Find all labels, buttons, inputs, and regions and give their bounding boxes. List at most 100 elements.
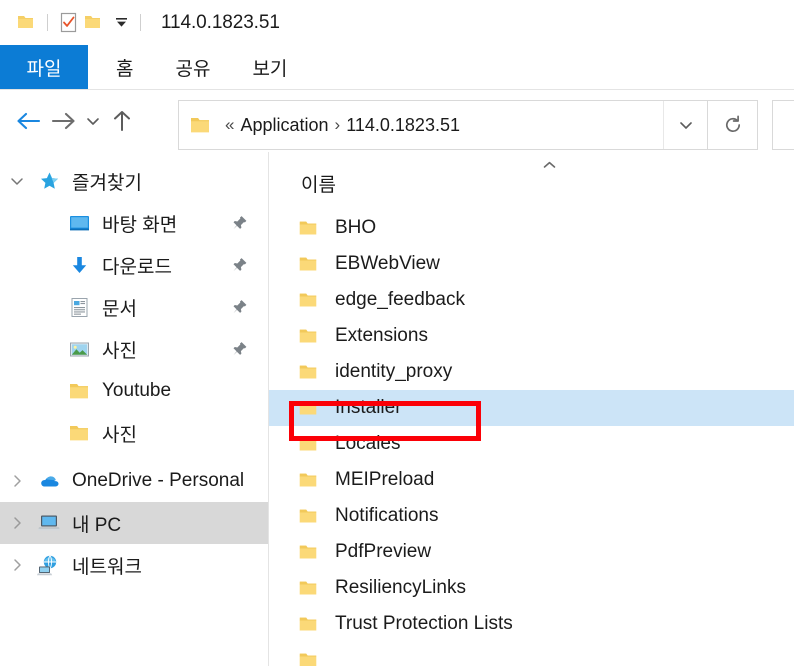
table-row[interactable]: EBWebView: [269, 246, 794, 282]
breadcrumb-overflow[interactable]: «: [225, 115, 234, 135]
column-header-row: 이름: [269, 152, 794, 210]
table-row[interactable]: ResiliencyLinks: [269, 570, 794, 606]
network-icon: [34, 554, 64, 576]
new-folder-icon[interactable]: [81, 12, 103, 34]
forward-button[interactable]: [46, 101, 80, 141]
breadcrumb-item-application[interactable]: Application: [240, 115, 328, 136]
table-row-partial[interactable]: [269, 642, 794, 666]
customize-caret-icon[interactable]: [111, 13, 131, 33]
table-row[interactable]: Trust Protection Lists: [269, 606, 794, 642]
file-name: PdfPreview: [335, 541, 432, 562]
file-name: ResiliencyLinks: [335, 577, 466, 598]
explorer-body: 즐겨찾기 바탕 화면 다운로드 문서 사진 Youtube 사진 OneDriv…: [0, 152, 794, 666]
pin-icon[interactable]: [231, 341, 248, 358]
folder-icon: [295, 614, 321, 634]
up-button[interactable]: [106, 101, 138, 141]
folder-icon: [295, 470, 321, 490]
table-row[interactable]: identity_proxy: [269, 354, 794, 390]
sidebar-item-label: 다운로드: [102, 256, 172, 278]
tab-share[interactable]: 공유: [161, 45, 224, 90]
sidebar-item-desktop[interactable]: 바탕 화면: [0, 202, 268, 244]
documents-icon: [64, 296, 94, 319]
refresh-button[interactable]: [708, 100, 758, 150]
sidebar-item-downloads[interactable]: 다운로드: [0, 244, 268, 286]
sort-ascending-icon: [537, 156, 561, 174]
sidebar-item-documents[interactable]: 문서: [0, 286, 268, 328]
address-dropdown-chevron-down-icon[interactable]: [663, 101, 707, 149]
sidebar-item-this-pc[interactable]: 내 PC: [0, 502, 268, 544]
table-row[interactable]: Extensions: [269, 318, 794, 354]
ribbon-tab-bar: 파일 홈 공유 보기: [0, 45, 794, 90]
folder-icon: [64, 422, 94, 444]
sidebar-item-youtube[interactable]: Youtube: [0, 370, 268, 412]
file-list-pane: 이름 BHO EBWebView edge_feedback Extension…: [269, 152, 794, 666]
table-row[interactable]: MEIPreload: [269, 462, 794, 498]
sidebar-item-favorites[interactable]: 즐겨찾기: [0, 160, 268, 202]
tab-file[interactable]: 파일: [0, 45, 88, 90]
table-row[interactable]: BHO: [269, 210, 794, 246]
sidebar-item-label: OneDrive - Personal: [72, 470, 245, 491]
file-name: BHO: [335, 217, 377, 238]
sidebar-item-label: 네트워크: [72, 556, 142, 578]
chevron-right-icon[interactable]: [0, 558, 34, 572]
table-row[interactable]: Locales: [269, 426, 794, 462]
folder-icon: [295, 506, 321, 526]
sidebar-item-photos-folder[interactable]: 사진: [0, 412, 268, 454]
breadcrumb-separator-icon[interactable]: ›: [335, 115, 341, 135]
sidebar-item-label: Youtube: [102, 380, 172, 401]
folder-icon: [295, 578, 321, 598]
folder-icon: [295, 218, 321, 238]
onedrive-icon: [34, 469, 64, 493]
breadcrumb-item-version[interactable]: 114.0.1823.51: [346, 115, 460, 136]
title-divider: [140, 14, 141, 31]
folder-icon: [64, 380, 94, 402]
folder-icon: [295, 290, 321, 310]
address-bar[interactable]: « Application › 114.0.1823.51: [178, 100, 708, 150]
pin-icon[interactable]: [231, 215, 248, 232]
file-rows: BHO EBWebView edge_feedback Extensions i…: [269, 210, 794, 666]
folder-icon: [295, 326, 321, 346]
table-row[interactable]: PdfPreview: [269, 534, 794, 570]
chevron-right-icon[interactable]: [0, 474, 34, 488]
sidebar-item-pictures[interactable]: 사진: [0, 328, 268, 370]
sidebar-item-label: 사진: [102, 424, 137, 446]
table-row[interactable]: Notifications: [269, 498, 794, 534]
properties-icon[interactable]: [57, 12, 79, 34]
window-title: 114.0.1823.51: [161, 11, 280, 33]
sidebar-item-label: 사진: [102, 340, 137, 362]
chevron-right-icon[interactable]: [0, 516, 34, 530]
sidebar-item-label: 내 PC: [72, 514, 122, 536]
folder-icon: [295, 254, 321, 274]
desktop-icon: [64, 212, 94, 235]
folder-icon: [295, 362, 321, 382]
folder-icon: [295, 434, 321, 454]
sidebar-item-onedrive[interactable]: OneDrive - Personal: [0, 460, 268, 502]
tab-home[interactable]: 홈: [102, 45, 147, 90]
folder-icon: [14, 12, 36, 34]
table-row-selected[interactable]: Installer: [269, 390, 794, 426]
tab-view[interactable]: 보기: [238, 45, 301, 90]
sidebar-item-network[interactable]: 네트워크: [0, 544, 268, 586]
table-row[interactable]: edge_feedback: [269, 282, 794, 318]
sidebar-item-label: 문서: [102, 298, 137, 320]
pin-icon[interactable]: [231, 299, 248, 316]
sidebar-item-label: 바탕 화면: [102, 214, 178, 236]
download-icon: [64, 254, 94, 277]
pin-icon[interactable]: [231, 257, 248, 274]
address-folder-icon: [189, 114, 211, 136]
star-icon: [34, 170, 64, 193]
toolbar-divider: [47, 14, 48, 31]
recent-locations-chevron-down-icon[interactable]: [80, 101, 106, 141]
folder-icon: [295, 650, 321, 666]
sidebar-item-label: 즐겨찾기: [72, 172, 142, 194]
column-header-name[interactable]: 이름: [301, 170, 336, 197]
navigation-pane: 즐겨찾기 바탕 화면 다운로드 문서 사진 Youtube 사진 OneDriv…: [0, 152, 268, 666]
pictures-icon: [64, 338, 94, 361]
refresh-icon: [725, 115, 740, 133]
back-button[interactable]: [12, 101, 46, 141]
chevron-down-icon[interactable]: [0, 176, 34, 187]
file-name: Extensions: [335, 325, 428, 346]
search-input[interactable]: [772, 100, 794, 150]
file-explorer-window: 114.0.1823.51 파일 홈 공유 보기 « Application ›…: [0, 0, 794, 666]
this-pc-icon: [34, 512, 64, 534]
